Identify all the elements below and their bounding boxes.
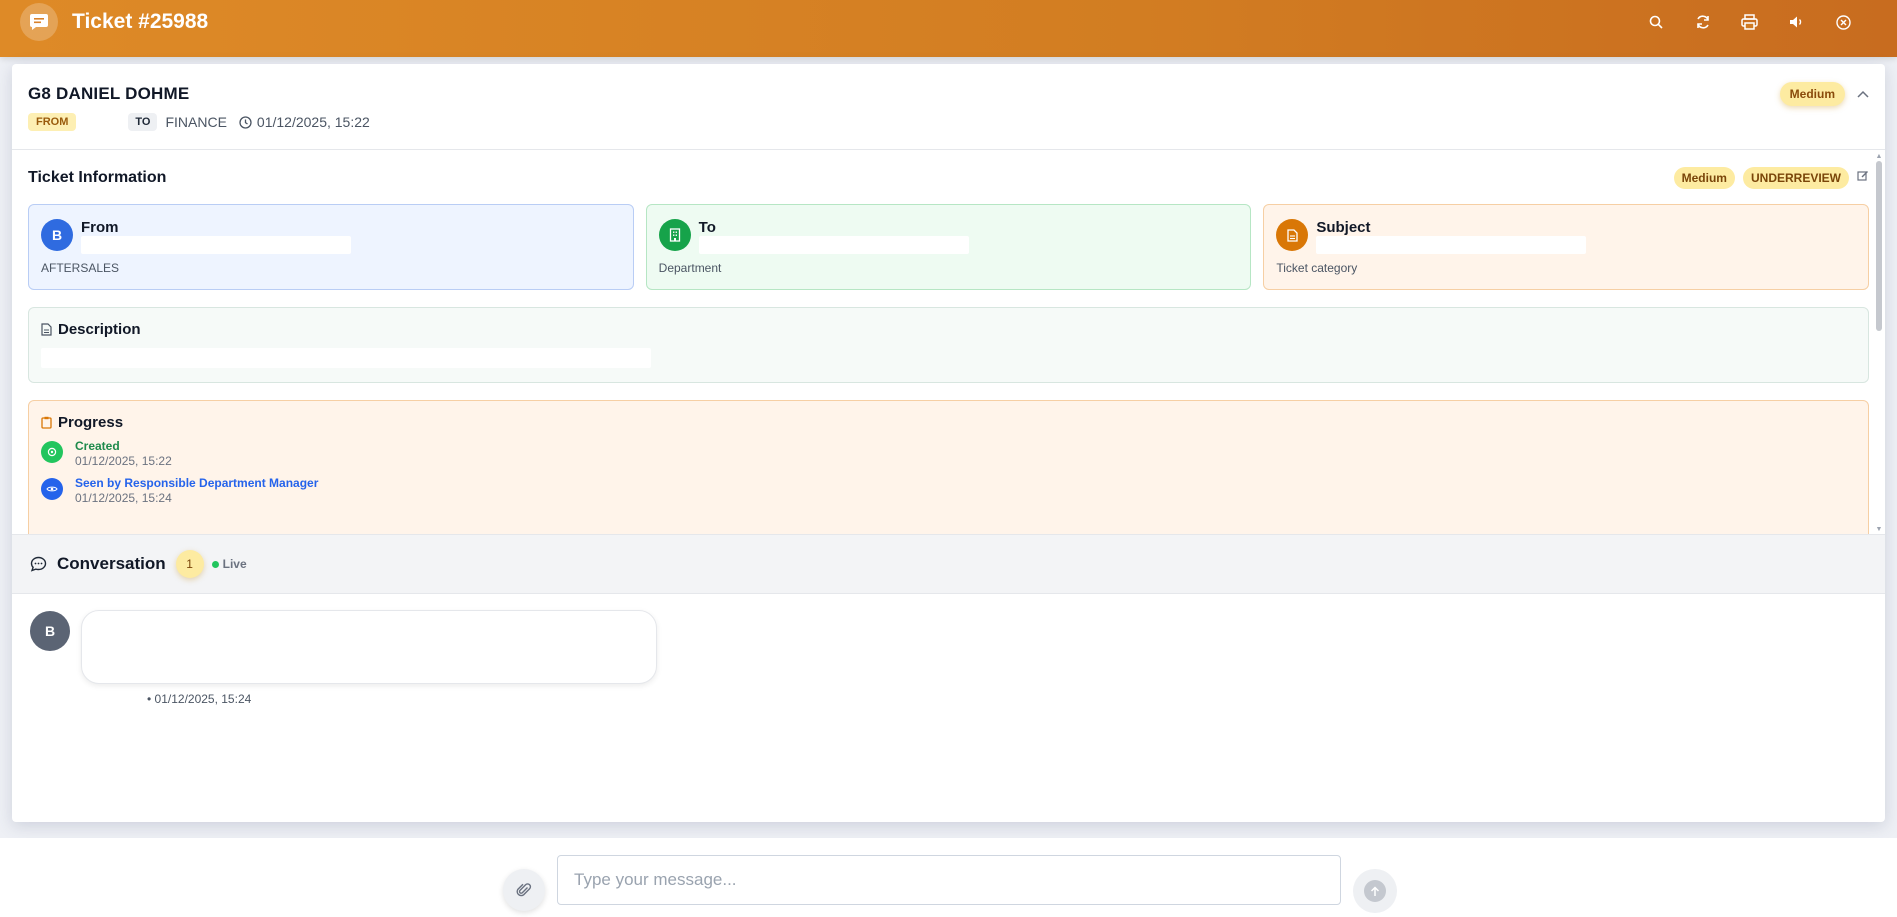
building-icon — [658, 219, 691, 251]
eye-icon — [41, 478, 63, 500]
live-dot — [211, 560, 219, 568]
priority-badge: Medium — [1779, 82, 1845, 106]
scroll-down-icon[interactable]: ▼ — [1875, 526, 1883, 533]
scroll-up-icon[interactable]: ▲ — [1875, 153, 1883, 160]
to-sub: Department — [658, 261, 722, 275]
check-icon — [41, 441, 63, 463]
sound-icon[interactable] — [1773, 6, 1820, 38]
from-sub: AFTERSALES — [41, 261, 120, 275]
message-icon — [30, 556, 47, 572]
ticket-datetime: 01/12/2025, 15:22 — [256, 114, 370, 130]
progress-step: Seen by Responsible Department Manager 0… — [41, 476, 1856, 505]
scrollbar-thumb[interactable] — [1876, 161, 1882, 331]
subject-title: Subject — [1316, 219, 1371, 236]
subject-card: Subject Ticket category — [1263, 204, 1870, 290]
conversation-header: Conversation 1 Live — [12, 534, 1885, 594]
message-count-badge: 1 — [175, 550, 204, 578]
chevron-up-icon[interactable] — [1857, 85, 1869, 103]
subject-sub: Ticket category — [1276, 261, 1358, 275]
edit-icon[interactable] — [1857, 169, 1869, 187]
clock-icon — [239, 115, 252, 129]
paperclip-icon — [516, 883, 532, 897]
send-button[interactable] — [1353, 869, 1397, 913]
subject-value — [1316, 236, 1587, 254]
header-right: Medium — [1779, 82, 1869, 106]
info-header: Ticket Information Medium UNDERREVIEW — [28, 167, 1869, 189]
from-card: B From AFTERSALES — [28, 204, 634, 290]
attach-button[interactable] — [503, 869, 545, 911]
to-card: To Department — [645, 204, 1252, 290]
clipboard-icon — [41, 416, 52, 429]
step-time: 01/12/2025, 15:22 — [75, 454, 172, 468]
print-icon[interactable] — [1726, 6, 1773, 38]
send-arrow-icon — [1364, 880, 1386, 902]
ticket-header: G8 DANIEL DOHME FROM TO FINANCE 01/12/20… — [12, 64, 1885, 150]
description-title: Description — [58, 321, 141, 338]
ticket-name: G8 DANIEL DOHME — [28, 84, 190, 103]
step-label: Created — [75, 439, 120, 453]
chat-icon — [20, 2, 58, 41]
live-label: Live — [222, 557, 247, 571]
description-section: Description — [28, 307, 1869, 383]
step-label: Seen by Responsible Department Manager — [75, 476, 319, 490]
to-value: FINANCE — [165, 114, 227, 130]
document-icon — [1276, 219, 1309, 251]
progress-step: Created 01/12/2025, 15:22 — [41, 439, 1856, 468]
message-input[interactable] — [557, 855, 1341, 905]
to-title: To — [698, 219, 716, 236]
close-icon[interactable] — [1820, 6, 1867, 38]
section-title: Ticket Information — [28, 169, 167, 186]
status-badge: UNDERREVIEW — [1742, 167, 1849, 189]
avatar: B — [30, 611, 70, 651]
page-title: Ticket #25988 — [72, 9, 209, 33]
details-scrollbar[interactable]: ▲ ▼ — [1875, 153, 1883, 533]
ticket-details: Ticket Information Medium UNDERREVIEW B … — [12, 150, 1885, 534]
search-icon[interactable] — [1632, 6, 1679, 38]
from-avatar: B — [41, 219, 73, 251]
message-meta: • 01/12/2025, 15:24 — [147, 692, 252, 706]
live-indicator: Live — [211, 557, 247, 571]
priority-badge-small: Medium — [1673, 167, 1735, 189]
to-badge: TO — [128, 113, 158, 131]
info-cards: B From AFTERSALES To Department Subject — [28, 204, 1870, 290]
header-actions — [1632, 6, 1867, 38]
from-badge: FROM — [28, 113, 77, 131]
conversation-title: Conversation — [57, 554, 166, 573]
ticket-meta: FROM TO FINANCE 01/12/2025, 15:22 — [28, 113, 1869, 131]
ticket-panel: G8 DANIEL DOHME FROM TO FINANCE 01/12/20… — [12, 64, 1885, 822]
to-value-box — [698, 236, 969, 254]
from-title: From — [81, 219, 119, 236]
document-icon — [41, 323, 52, 336]
from-value — [81, 236, 351, 254]
step-time: 01/12/2025, 15:24 — [75, 491, 172, 505]
progress-section: Progress Created 01/12/2025, 15:22 Seen … — [28, 400, 1869, 534]
description-value — [41, 348, 651, 368]
app-header: Ticket #25988 — [0, 0, 1897, 57]
ticket-date: 01/12/2025, 15:22 — [239, 114, 370, 130]
progress-title: Progress — [58, 414, 124, 431]
message-bubble — [81, 610, 657, 684]
refresh-icon[interactable] — [1679, 6, 1726, 38]
